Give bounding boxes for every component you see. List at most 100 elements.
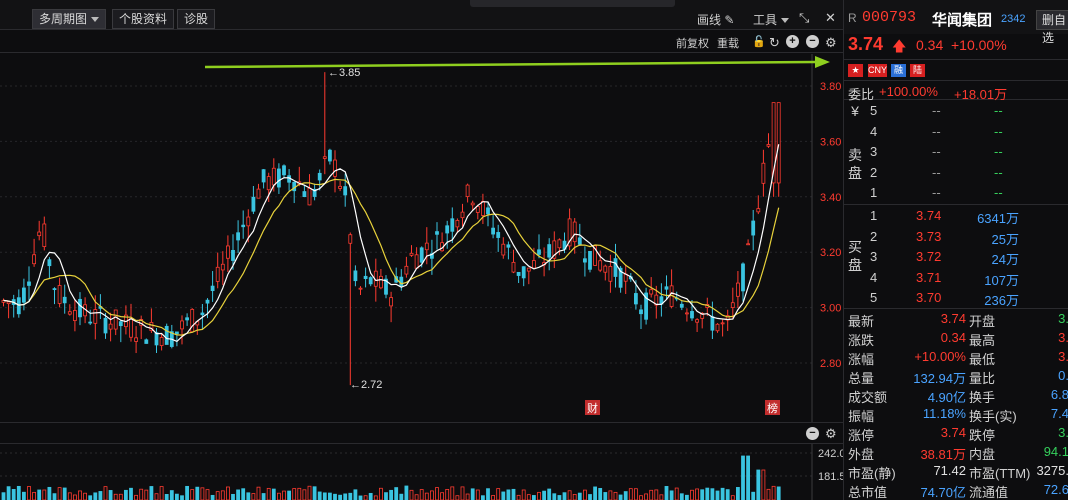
candle-body <box>465 184 470 198</box>
search-box[interactable] <box>470 0 675 7</box>
candle-body <box>256 188 261 199</box>
volume-bar <box>685 494 689 500</box>
candles <box>1 72 781 386</box>
candle-body <box>751 220 756 236</box>
candle-body <box>225 245 230 259</box>
quote-value: +10.00% <box>914 349 966 364</box>
candle-body <box>307 187 312 206</box>
quote-value: 38.81万 <box>920 447 966 462</box>
close-x-icon[interactable]: ✕ <box>825 10 836 26</box>
volume-bar <box>404 485 409 500</box>
finance-marker-text: 财 <box>587 401 598 415</box>
candle-body <box>266 176 271 191</box>
volume-bar <box>766 488 771 500</box>
remove-watchlist-button[interactable]: 删自选 <box>1036 10 1068 45</box>
overlay-option[interactable]: 重载 <box>717 35 739 51</box>
volume-bar <box>720 487 725 500</box>
volume-bar <box>649 489 654 500</box>
candle-body <box>598 260 603 271</box>
buy-order-row[interactable]: 1 3.74 6341万 <box>866 206 1068 226</box>
order-price: -- <box>932 103 941 118</box>
candle-body <box>348 234 353 244</box>
diagnose-button[interactable]: 诊股 <box>177 9 216 29</box>
volume-bar <box>577 492 582 500</box>
volume-bar <box>21 491 26 500</box>
candle-body <box>47 259 52 267</box>
sell-order-row[interactable]: 1 -- -- <box>866 183 1068 203</box>
volume-bar <box>521 489 526 500</box>
gear-icon[interactable]: ⚙ <box>825 35 837 51</box>
volume-bar <box>547 488 552 500</box>
candle-body <box>695 319 699 323</box>
expand-arrows-icon[interactable]: ⤡ <box>799 10 809 26</box>
lock-icon[interactable]: 🔓 <box>752 35 766 48</box>
sell-order-row[interactable]: 3 -- -- <box>866 142 1068 162</box>
candle-body <box>506 244 511 248</box>
quote-value: 3. <box>1058 349 1068 364</box>
volume-bar <box>353 489 358 500</box>
volume-bar <box>159 486 164 500</box>
sell-order-row[interactable]: 5 -- -- <box>866 101 1068 121</box>
volume-bar <box>302 489 307 500</box>
candle-body <box>154 332 159 346</box>
chevron-down-icon <box>781 18 790 24</box>
order-volume: 24万 <box>991 252 1019 267</box>
candle-body <box>613 258 618 277</box>
candle-body <box>608 266 613 282</box>
price-change-pct: +10.00% <box>951 37 1007 53</box>
volume-bar <box>1 492 6 500</box>
volume-chart[interactable]: 242.01 181.51 <box>0 444 843 500</box>
buy-order-row[interactable]: 4 3.71 107万 <box>866 268 1068 288</box>
minus-icon[interactable]: − <box>806 427 819 440</box>
buy-order-row[interactable]: 3 3.72 24万 <box>866 247 1068 267</box>
volume-bar <box>470 488 475 500</box>
volume-bar <box>715 490 720 500</box>
quote-value: 3275. <box>1036 463 1068 478</box>
minus-icon[interactable]: − <box>806 35 819 48</box>
volume-bar <box>394 487 399 500</box>
candle-body <box>180 320 184 330</box>
candle-body <box>333 159 337 177</box>
refresh-icon[interactable]: ↻ <box>769 35 780 51</box>
draw-line-button[interactable]: 画线 ✎ <box>697 11 734 28</box>
volume-bar <box>174 493 179 500</box>
volume-bar <box>368 492 373 500</box>
order-price: 3.72 <box>916 249 942 264</box>
volume-bar <box>736 487 740 500</box>
plus-icon[interactable]: + <box>786 35 799 48</box>
buy-order-row[interactable]: 2 3.73 25万 <box>866 227 1068 247</box>
order-volume: -- <box>994 123 1003 139</box>
quote-panel: R 000793 华闻集团 2342 删自选 3.74 🡅 0.34 +10.0… <box>843 0 1068 500</box>
order-level: 4 <box>870 123 878 139</box>
volume-bar <box>363 495 368 500</box>
stock-info-button[interactable]: 个股资料 <box>112 9 175 29</box>
tools-dropdown[interactable]: 工具 <box>753 11 790 28</box>
volume-bar <box>287 490 292 500</box>
buy-order-row[interactable]: 5 3.70 236万 <box>866 288 1068 308</box>
volume-bar <box>57 487 62 500</box>
chevron-down-icon <box>91 17 100 23</box>
candle-body <box>715 323 720 332</box>
volume-bar <box>486 488 490 500</box>
kline-chart[interactable]: 3.80 3.60 3.40 3.20 3.00 2.80 ←3.85 ←2.72 财 榜 <box>0 54 843 422</box>
quote-key: 总量 <box>848 371 875 386</box>
candle-body <box>21 287 26 303</box>
sell-order-row[interactable]: 4 -- -- <box>866 122 1068 142</box>
quote-value: 71.42 <box>933 463 966 478</box>
period-dropdown[interactable]: 多周期图 <box>32 9 107 29</box>
gear-icon[interactable]: ⚙ <box>825 426 837 442</box>
candle-body <box>761 162 766 184</box>
candle-body <box>144 339 149 344</box>
volume-bar <box>608 490 613 500</box>
candle-body <box>572 221 577 243</box>
volume-tick: 181.51 <box>818 471 843 483</box>
volume-bar <box>618 494 623 500</box>
weibi-pct: +100.00% <box>879 84 938 99</box>
volume-bar <box>333 493 337 500</box>
adjust-option[interactable]: 前复权 <box>676 35 709 51</box>
quote-row: 涨停 3.74 跌停 3. <box>844 424 1068 443</box>
volume-bar <box>730 495 735 500</box>
volume-bar <box>583 489 587 500</box>
sell-side-label: 卖盘 <box>848 147 862 181</box>
sell-order-row[interactable]: 2 -- -- <box>866 163 1068 183</box>
